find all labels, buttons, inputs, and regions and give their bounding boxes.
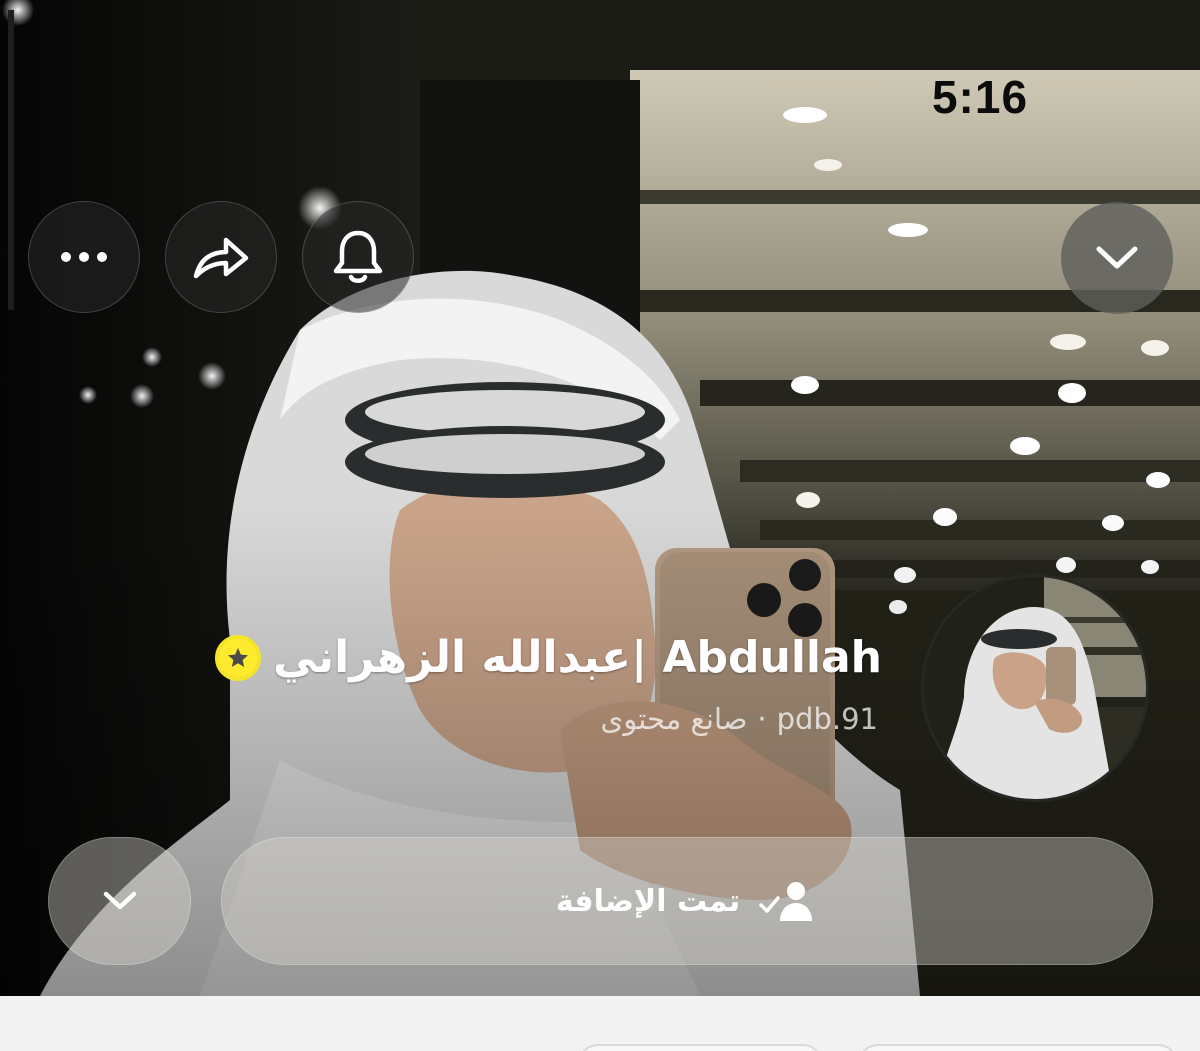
bell-icon xyxy=(333,230,383,283)
lower-content-sheet xyxy=(0,996,1200,1051)
profile-category: صانع محتوى xyxy=(600,702,748,736)
share-button[interactable] xyxy=(165,201,277,313)
profile-display-name: عبدالله الزهراني| Abdullah xyxy=(273,632,882,683)
ellipsis-icon xyxy=(61,252,107,262)
star-badge-icon xyxy=(215,634,262,681)
share-arrow-icon xyxy=(193,237,249,279)
profile-name-row: عبدالله الزهراني| Abdullah xyxy=(215,632,882,683)
avatar-image xyxy=(924,577,1146,799)
profile-username: pdb.91 xyxy=(776,702,878,736)
chevron-down-icon xyxy=(1096,246,1138,269)
collapse-button[interactable] xyxy=(1061,202,1173,314)
added-friend-button[interactable]: تمت الإضافة xyxy=(221,837,1153,965)
more-actions-button[interactable] xyxy=(48,837,191,965)
subtitle-separator: · xyxy=(757,702,767,736)
person-check-icon xyxy=(759,882,813,921)
status-bar-time: 5:16 xyxy=(931,71,1029,123)
chevron-down-icon xyxy=(103,891,136,910)
sheet-tab-chip[interactable] xyxy=(858,1044,1178,1051)
profile-screen: 5:16 عبدالله الزهراني| Abdullah صانع محت… xyxy=(0,0,1200,1051)
profile-subtitle: صانع محتوى · pdb.91 xyxy=(601,702,878,736)
added-label: تمت الإضافة xyxy=(555,883,741,919)
more-options-button[interactable] xyxy=(28,201,140,313)
sheet-tab-chip[interactable] xyxy=(578,1044,823,1051)
profile-avatar[interactable] xyxy=(921,574,1149,802)
notifications-button[interactable] xyxy=(302,201,414,313)
